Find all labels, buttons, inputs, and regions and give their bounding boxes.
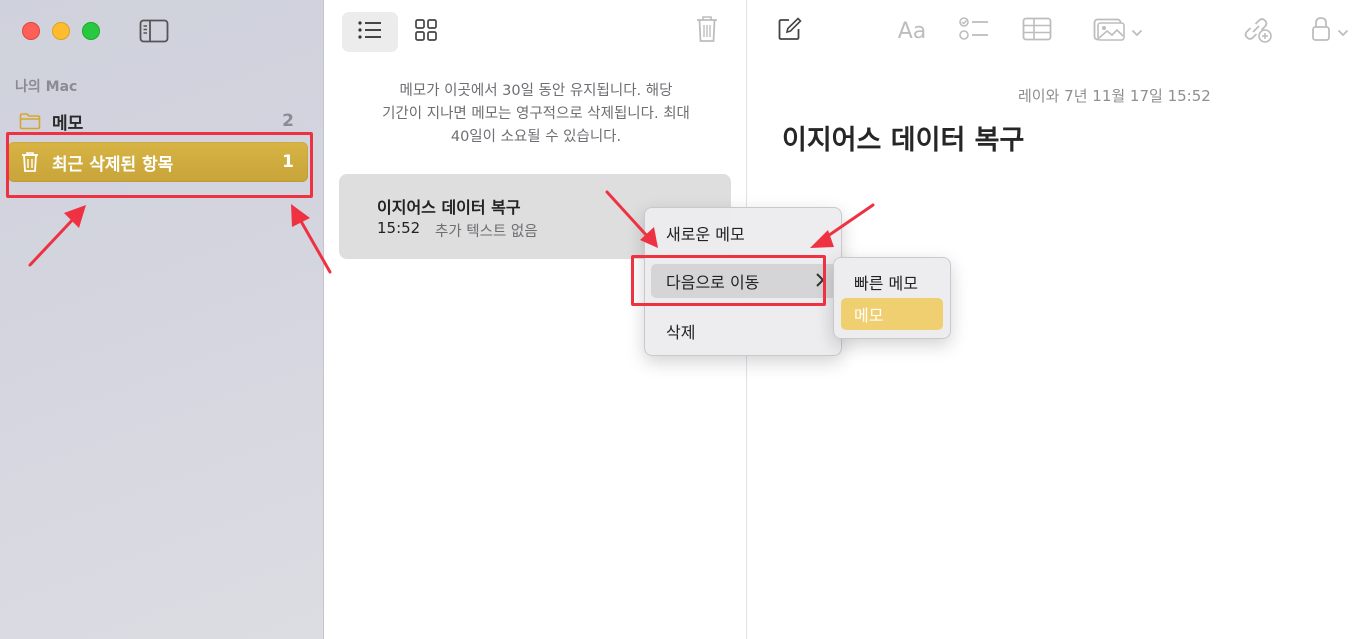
sidebar-toggle-icon[interactable] (139, 19, 169, 43)
trash-icon (695, 14, 719, 48)
grid-icon (414, 18, 438, 46)
close-window-button[interactable] (22, 22, 40, 40)
note-date: 레이와 7년 11월 17일 15:52 (1018, 87, 1211, 105)
note-snippet: 추가 텍스트 없음 (435, 224, 538, 240)
lock-button[interactable] (1306, 14, 1354, 48)
format-button[interactable]: Aa (895, 14, 929, 48)
gallery-view-button[interactable] (398, 12, 454, 52)
table-button[interactable] (1021, 14, 1053, 48)
menu-item-new-note[interactable]: 새로운 메모 (651, 216, 837, 250)
sidebar: 나의 Mac 메모 2 최근 삭제된 항목 1 (0, 0, 324, 639)
link-plus-icon (1241, 14, 1273, 48)
collaborate-button[interactable] (1240, 14, 1274, 48)
photo-icon (1093, 16, 1127, 46)
compose-icon (777, 16, 803, 46)
list-icon (357, 20, 383, 44)
section-label-my-mac: 나의 Mac (15, 79, 78, 95)
list-view-button[interactable] (342, 12, 398, 52)
checklist-icon (959, 16, 989, 46)
retention-notice: 메모가 이곳에서 30일 동안 유지됩니다. 해당 기간이 지나면 메모는 영구… (382, 83, 690, 145)
move-to-submenu: 빠른 메모 메모 (833, 257, 951, 339)
sidebar-item-label: 메모 (52, 113, 84, 134)
lock-icon (1311, 16, 1331, 46)
folder-icon (18, 110, 42, 132)
delete-button[interactable] (692, 14, 722, 48)
note-title: 이지어스 데이터 복구 (377, 198, 521, 217)
table-icon (1022, 17, 1052, 45)
zoom-window-button[interactable] (82, 22, 100, 40)
chevron-down-icon (1131, 22, 1143, 41)
compose-button[interactable] (775, 14, 805, 48)
submenu-item-quick-note[interactable]: 빠른 메모 (841, 266, 943, 298)
checklist-button[interactable] (958, 14, 990, 48)
sidebar-item-count: 2 (282, 111, 294, 131)
note-body-title[interactable]: 이지어스 데이터 복구 (782, 118, 1024, 157)
minimize-window-button[interactable] (52, 22, 70, 40)
highlight-box-move-to (631, 255, 826, 306)
highlight-box-recently-deleted (6, 132, 313, 198)
chevron-down-icon (1337, 22, 1349, 41)
media-button[interactable] (1089, 14, 1147, 48)
menu-item-delete[interactable]: 삭제 (651, 314, 837, 348)
submenu-item-notes[interactable]: 메모 (841, 298, 943, 330)
note-time: 15:52 (377, 219, 421, 237)
